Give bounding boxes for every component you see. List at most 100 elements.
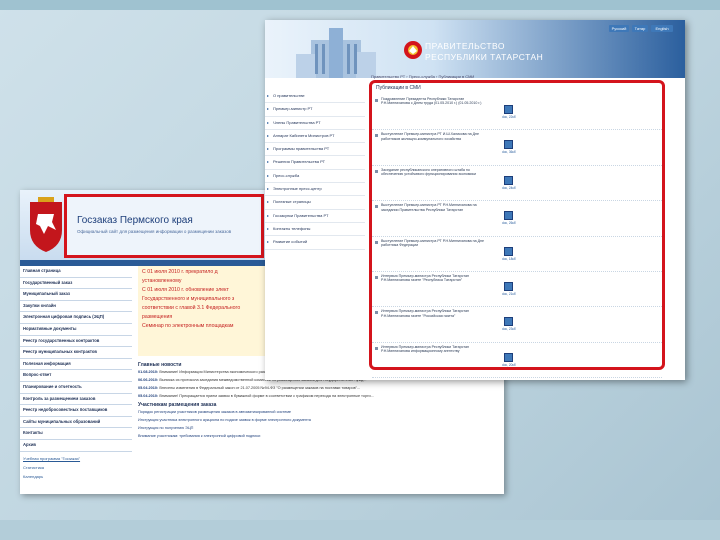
tatarstan-nav-item[interactable]: Контакты телефоны [265, 223, 365, 237]
bullet-icon [375, 275, 378, 279]
bullet-icon [375, 346, 378, 350]
publication-title[interactable]: Выступление Премьер-министра РТ Р.Н.Минн… [381, 239, 493, 248]
perm-announcement-banner: С 01 июля 2010 г. прекратило д установле… [138, 266, 266, 356]
perm-sidebar-extra-item[interactable]: Статистика [23, 465, 129, 470]
perm-sidebar-item[interactable]: Контакты [20, 428, 132, 440]
file-size-link[interactable]: doc, 26кб [502, 221, 516, 225]
background-strip-top [0, 0, 720, 10]
publication-row: Заседание республиканского оперативного … [372, 166, 662, 202]
perm-sidebar-item[interactable]: Реестр недобросовестных поставщиков [20, 405, 132, 417]
language-button[interactable]: English [651, 25, 673, 32]
document-file-icon[interactable] [504, 317, 513, 327]
perm-sidebar-item[interactable]: Электронная цифровая подпись (ЭЦП) [20, 312, 132, 324]
perm-sidebar-item[interactable]: Контроль за размещением заказов [20, 394, 132, 406]
file-size-link[interactable]: doc, 20кб [502, 363, 516, 367]
publication-title[interactable]: Интервью Премьер-министра Республики Тат… [381, 309, 493, 318]
file-size-link[interactable]: doc, 23кб [502, 327, 516, 331]
document-file-icon[interactable] [504, 281, 513, 291]
file-size-link[interactable]: doc, 22кб [502, 115, 516, 119]
bullet-icon [375, 134, 378, 138]
participant-link[interactable]: Порядок регистрации участников размещени… [138, 410, 500, 415]
perm-sidebar-item[interactable]: Нормативные документы [20, 324, 132, 336]
tatarstan-nav-item[interactable]: Госзакупки Правительства РТ [265, 210, 365, 223]
file-size-link[interactable]: doc, 18кб [502, 257, 516, 261]
perm-sidebar-item[interactable]: Планирование и отчетность [20, 382, 132, 394]
publication-title[interactable]: Интервью Премьер-министра Республики Тат… [381, 345, 493, 354]
tatarstan-nav-item[interactable]: Программы правительства РТ [265, 143, 365, 157]
document-file-icon[interactable] [504, 140, 513, 150]
publication-row: Интервью Премьер-министра Республики Тат… [372, 343, 662, 379]
perm-sidebar-item[interactable]: Муниципальный заказ [20, 289, 132, 301]
participant-link[interactable]: Инструкция по получению ЭЦП [138, 426, 500, 431]
publication-title[interactable]: Выступление Премьер-министра РТ И.Ш.Хали… [381, 132, 493, 141]
bullet-icon [375, 169, 378, 173]
perm-sidebar-list: Главная страница Государственный заказ Мун… [20, 266, 132, 452]
news-text[interactable]: Внимание! Прекращается прием заявок в бу… [159, 394, 373, 398]
banner-line: С 01 июля 2010 г. обновление элект [142, 287, 229, 293]
perm-sidebar-item[interactable]: Реестр муниципальных контрактов [20, 347, 132, 359]
publication-row: Выступление Премьер-министра РТ Р.Н.Минн… [372, 237, 662, 272]
perm-sidebar-item[interactable]: Вопрос-ответ [20, 370, 132, 382]
document-file-icon[interactable] [504, 246, 513, 256]
bullet-icon [375, 311, 378, 315]
breadcrumb[interactable]: Правительство РТ › Пресс-служба › Публик… [371, 74, 474, 79]
news-text[interactable]: Внесены изменения в Федеральный закон от… [159, 386, 360, 390]
banner-line: Семинар по электронным площадкам [142, 323, 234, 329]
perm-sidebar-item[interactable]: Полезная информация [20, 359, 132, 371]
tatarstan-nav-item[interactable]: Электронные пресс-центр [265, 183, 365, 197]
tatarstan-nav-item[interactable]: Полезные страницы [265, 196, 365, 210]
participant-link[interactable]: Внимание участникам: требования к электр… [138, 434, 500, 439]
tatarstan-nav: О правительствеПремьер-министр РТЧлены П… [265, 78, 365, 380]
perm-sidebar-extra-item[interactable]: Календарь [23, 474, 129, 479]
perm-sidebar-item[interactable]: Закупки онлайн [20, 301, 132, 313]
bullet-icon [375, 99, 378, 102]
publication-row: Поздравление Президента Республики Татар… [372, 95, 662, 131]
publication-title[interactable]: Заседание республиканского оперативного … [381, 168, 493, 177]
tatarstan-emblem-icon [404, 41, 422, 59]
publications-highlight-box: Публикации в СМИ Поздравление Президента… [369, 80, 665, 379]
language-button[interactable]: Русский [609, 25, 629, 32]
banner-line: размещения [142, 314, 173, 320]
bullet-icon [375, 205, 378, 209]
document-file-icon[interactable] [504, 211, 513, 221]
document-file-icon[interactable] [504, 352, 513, 362]
document-file-icon[interactable] [504, 175, 513, 185]
government-title-line2: РЕСПУБЛИКИ ТАТАРСТАН [425, 52, 544, 62]
tatarstan-nav-item[interactable]: Пресс-служба [265, 170, 365, 184]
file-size-link[interactable]: doc, 21кб [502, 292, 516, 296]
participants-section-title: Участникам размещения заказа [138, 402, 217, 408]
news-item: 05.04.2010: Внесены изменения в Федераль… [138, 386, 500, 391]
tatarstan-nav-item[interactable]: Аппарат Кабинета Министров РТ [265, 130, 365, 144]
file-size-link[interactable]: doc, 36кб [502, 150, 516, 154]
news-date: 05.04.2010: [138, 394, 159, 398]
publication-title[interactable]: Интервью Премьер-министра Республики Тат… [381, 274, 493, 283]
publication-title[interactable]: Выступление Премьер-министра РТ Р.Н.Минн… [381, 203, 493, 212]
perm-sidebar-item[interactable]: Архив [20, 440, 132, 452]
publication-row: Выступление Премьер-министра РТ И.Ш.Хали… [372, 130, 662, 166]
file-size-link[interactable]: doc, 24кб [502, 186, 516, 190]
perm-coat-of-arms-icon [30, 197, 62, 252]
news-item: 05.04.2010: Внимание! Прекращается прием… [138, 394, 500, 399]
perm-sidebar-item[interactable]: Государственный заказ [20, 278, 132, 290]
tatarstan-nav-item[interactable]: О правительстве [265, 90, 365, 104]
perm-sidebar-item[interactable]: Сайты муниципальных образований [20, 417, 132, 429]
publication-title[interactable]: Поздравление Президента Республики Татар… [381, 97, 493, 106]
perm-title-highlight-box: Госзаказ Пермского края Официальный сайт… [64, 194, 264, 258]
perm-site-title: Госзаказ Пермского края [77, 215, 193, 226]
perm-sidebar-item[interactable]: Реестр государственных контрактов [20, 336, 132, 348]
tatarstan-nav-item[interactable]: Развитие событий [265, 236, 365, 250]
perm-sidebar-extra-item[interactable]: Учебная программа "Госзаказ" [23, 456, 129, 461]
bullet-icon [375, 240, 378, 244]
document-file-icon[interactable] [504, 105, 513, 114]
language-button[interactable]: Татар [632, 25, 648, 32]
publication-row: Выступление Премьер-министра РТ Р.Н.Минн… [372, 201, 662, 237]
participants-list: Порядок регистрации участников размещени… [138, 410, 500, 439]
tatarstan-nav-item[interactable]: Премьер-министр РТ [265, 103, 365, 117]
participant-link[interactable]: Инструкция участника электронного аукцио… [138, 418, 500, 423]
publication-row: Интервью Премьер-министра Республики Тат… [372, 307, 662, 343]
tatarstan-nav-list: О правительствеПремьер-министр РТЧлены П… [265, 90, 365, 250]
tatarstan-nav-item[interactable]: Решения Правительства РТ [265, 156, 365, 170]
tatarstan-nav-item[interactable]: Члены Правительства РТ [265, 117, 365, 130]
news-date: 06.06.2010: [138, 378, 159, 382]
perm-sidebar-item[interactable]: Главная страница [20, 266, 132, 278]
